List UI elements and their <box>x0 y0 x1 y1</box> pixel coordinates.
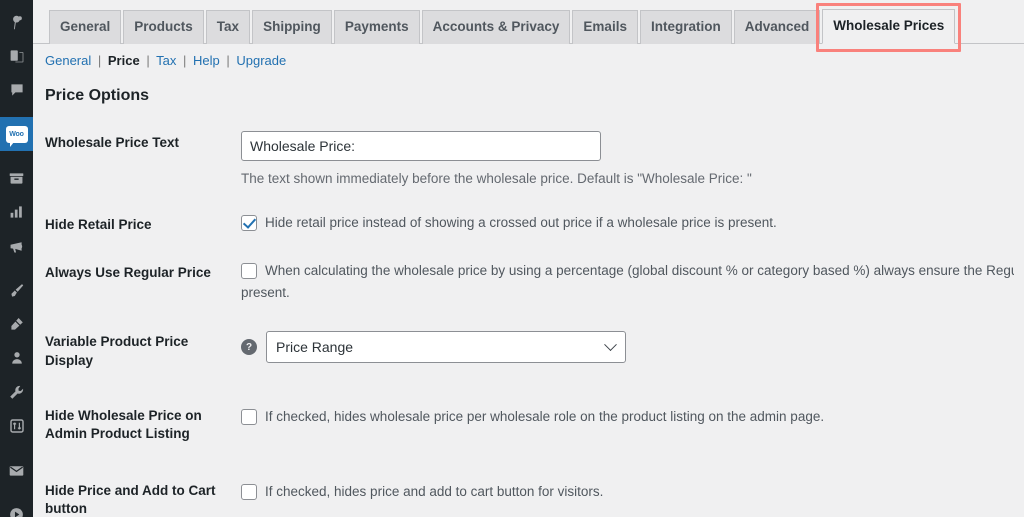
subnav-item-price[interactable]: Price <box>108 53 140 68</box>
user-icon <box>9 350 25 366</box>
row-hide-retail-price: Hide Retail Price Hide retail price inst… <box>33 201 1024 249</box>
row-hide-price-add-to-cart: Hide Price and Add to Cart button If che… <box>33 458 1024 517</box>
hide-retail-price-label: Hide retail price instead of showing a c… <box>265 214 777 230</box>
comments-icon <box>9 82 25 98</box>
label-hide-retail-price: Hide Retail Price <box>45 216 152 232</box>
sidebar-item-products[interactable] <box>0 161 33 195</box>
analytics-bars-icon <box>9 204 25 220</box>
always-use-regular-price-checkbox[interactable] <box>241 262 257 279</box>
wholesale-price-text-input[interactable] <box>241 131 601 161</box>
subnav-item-help[interactable]: Help <box>193 53 220 68</box>
tab-tax[interactable]: Tax <box>205 10 251 45</box>
label-always-use-regular-price: Always Use Regular Price <box>45 264 211 280</box>
variable-product-price-display-value: Price Range <box>276 338 354 355</box>
label-hide-wholesale-price-admin: Hide Wholesale Price on Admin Product Li… <box>45 407 202 441</box>
wrench-icon <box>8 384 25 401</box>
subnav-separator: | <box>182 53 187 68</box>
sidebar-item-media[interactable] <box>0 39 33 73</box>
subnav: General | Price | Tax | Help | Upgrade <box>33 44 1024 68</box>
hide-wholesale-price-admin-label: If checked, hides wholesale price per wh… <box>265 408 825 424</box>
hide-retail-price-checkbox[interactable] <box>241 214 257 231</box>
tab-shipping[interactable]: Shipping <box>252 10 332 45</box>
subnav-separator: | <box>226 53 230 68</box>
sidebar-item-marketing[interactable] <box>0 229 33 263</box>
tab-emails[interactable]: Emails <box>572 10 638 45</box>
sidebar-item-analytics[interactable] <box>0 195 33 229</box>
sidebar-item-plugins[interactable] <box>0 307 33 341</box>
sidebar-item-media-player[interactable] <box>0 497 33 517</box>
paintbrush-icon <box>8 282 25 299</box>
tab-integration[interactable]: Integration <box>639 10 732 45</box>
sidebar-item-appearance[interactable] <box>0 273 33 307</box>
tab-payments[interactable]: Payments <box>333 10 420 45</box>
tab-accounts-privacy[interactable]: Accounts & Privacy <box>421 10 571 45</box>
always-use-regular-price-label: When calculating the wholesale price by … <box>265 262 1014 278</box>
tab-products[interactable]: Products <box>123 10 204 45</box>
settings-form-table: Wholesale Price Text The text shown imme… <box>33 119 1024 517</box>
pin-posts-icon <box>8 14 25 31</box>
sidebar-item-mail[interactable] <box>0 453 33 487</box>
wholesale-price-text-description: The text shown immediately before the wh… <box>241 171 752 186</box>
sliders-icon <box>9 418 25 434</box>
sidebar-item-tools[interactable] <box>0 375 33 409</box>
woo-icon: Woo <box>5 125 28 147</box>
tab-advanced[interactable]: Advanced <box>733 10 821 45</box>
label-hide-price-add-to-cart: Hide Price and Add to Cart button <box>45 483 216 517</box>
envelope-icon <box>8 462 25 479</box>
subnav-separator: | <box>146 53 150 68</box>
row-variable-product-price-display: Variable Product Price Display ? Price R… <box>33 315 1024 384</box>
play-circle-icon <box>8 506 25 517</box>
label-wholesale-price-text: Wholesale Price Text <box>45 135 180 150</box>
hide-price-add-to-cart-checkbox[interactable] <box>241 484 257 501</box>
wp-admin-screen: Woo General Products Tax Shipping Paymen… <box>0 0 1024 517</box>
hide-wholesale-price-admin-checkbox[interactable] <box>241 408 257 425</box>
hide-price-add-to-cart-label: If checked, hides price and add to cart … <box>265 484 604 500</box>
media-icon <box>9 48 25 64</box>
plug-icon <box>9 316 25 332</box>
sidebar-item-posts[interactable] <box>0 5 33 39</box>
tab-wholesale-prices[interactable]: Wholesale Prices <box>822 9 956 45</box>
row-wholesale-price-text: Wholesale Price Text The text shown imme… <box>33 119 1024 201</box>
products-box-icon <box>8 170 25 187</box>
row-hide-wholesale-price-admin: Hide Wholesale Price on Admin Product Li… <box>33 385 1024 458</box>
sidebar-item-users[interactable] <box>0 341 33 375</box>
label-variable-product-price-display: Variable Product Price Display <box>45 334 189 368</box>
page-title: Price Options <box>45 87 150 104</box>
row-always-use-regular-price: Always Use Regular Price When calculatin… <box>33 249 1024 316</box>
sidebar-item-settings[interactable] <box>0 409 33 443</box>
content-area: General Products Tax Shipping Payments Accoun… <box>33 0 1024 517</box>
megaphone-icon <box>8 238 25 255</box>
admin-sidebar: Woo <box>0 0 33 517</box>
subnav-item-general[interactable]: General <box>45 53 91 68</box>
settings-tab-bar: General Products Tax Shipping Payments Accoun… <box>33 0 1024 53</box>
subnav-item-tax[interactable]: Tax <box>156 53 176 68</box>
help-icon[interactable]: ? <box>241 339 257 356</box>
sidebar-item-woocommerce[interactable]: Woo <box>0 117 33 151</box>
variable-product-price-display-select[interactable]: Price Range <box>266 331 626 364</box>
always-use-regular-price-label-line2: present. <box>241 285 290 301</box>
sidebar-item-comments[interactable] <box>0 73 33 107</box>
subnav-item-upgrade[interactable]: Upgrade <box>236 53 286 68</box>
subnav-separator: | <box>97 53 102 68</box>
chevron-down-icon <box>604 338 617 351</box>
tab-general[interactable]: General <box>49 10 122 45</box>
